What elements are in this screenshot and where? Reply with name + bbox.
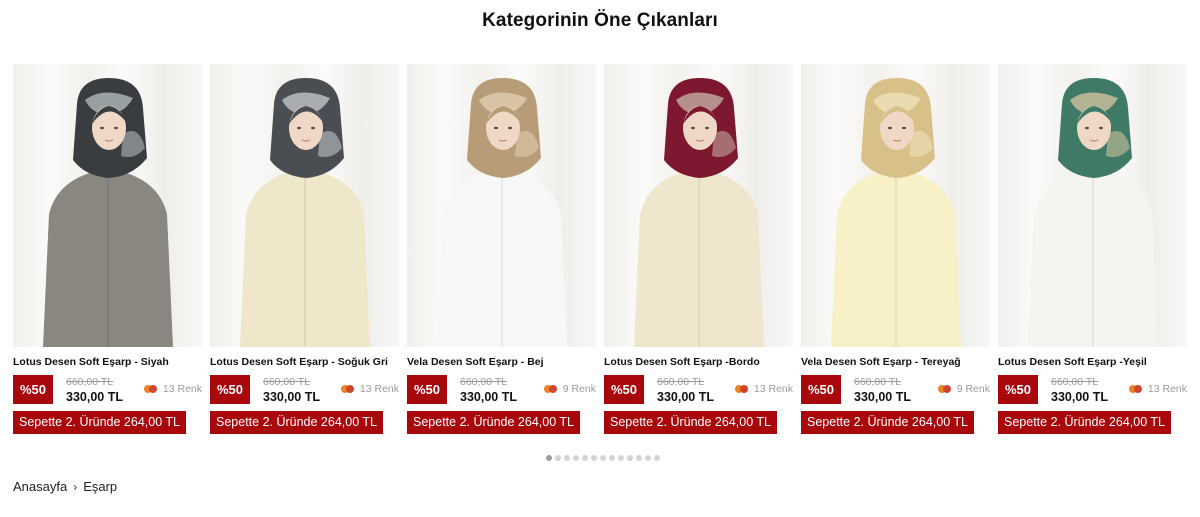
pagination-dot[interactable]	[654, 455, 660, 461]
product-card[interactable]: Lotus Desen Soft Eşarp - Soğuk Gri %50 6…	[210, 64, 399, 434]
product-card[interactable]: Lotus Desen Soft Eşarp - Siyah %50 660,0…	[13, 64, 202, 434]
current-price: 330,00 TL	[657, 390, 714, 404]
color-swatch-icon	[543, 385, 558, 393]
color-count-label: 9 Renk	[562, 383, 596, 395]
product-name[interactable]: Vela Desen Soft Eşarp - Tereyağ	[801, 355, 990, 369]
product-image[interactable]	[604, 64, 793, 347]
color-count-label: 13 Renk	[1147, 383, 1187, 395]
product-image[interactable]	[13, 64, 202, 347]
product-carousel[interactable]: Lotus Desen Soft Eşarp - Siyah %50 660,0…	[13, 64, 1193, 444]
discount-badge: %50	[604, 375, 644, 404]
product-name[interactable]: Lotus Desen Soft Eşarp -Yeşil	[998, 355, 1187, 369]
pagination-dot[interactable]	[627, 455, 633, 461]
price-row: %50 660,00 TL 330,00 TL 13 Renk	[604, 375, 793, 405]
product-image[interactable]	[801, 64, 990, 347]
product-image[interactable]	[998, 64, 1187, 347]
model-figure-icon	[437, 78, 567, 347]
product-card[interactable]: Lotus Desen Soft Eşarp -Bordo %50 660,00…	[604, 64, 793, 434]
old-price: 660,00 TL	[854, 376, 902, 388]
product-name[interactable]: Lotus Desen Soft Eşarp - Soğuk Gri	[210, 355, 399, 369]
product-name[interactable]: Lotus Desen Soft Eşarp - Siyah	[13, 355, 202, 369]
breadcrumb: Anasayfa › Eşarp	[13, 479, 117, 494]
product-card[interactable]: Lotus Desen Soft Eşarp -Yeşil %50 660,00…	[998, 64, 1187, 434]
color-swatch-icon	[937, 385, 952, 393]
breadcrumb-current: Eşarp	[83, 479, 118, 494]
discount-badge: %50	[407, 375, 447, 404]
pagination-dot[interactable]	[645, 455, 651, 461]
current-price: 330,00 TL	[263, 390, 320, 404]
pagination-dot[interactable]	[546, 455, 552, 461]
color-count[interactable]: 9 Renk	[937, 383, 990, 395]
color-count[interactable]: 13 Renk	[734, 383, 793, 395]
pagination-dot[interactable]	[582, 455, 588, 461]
pagination-dot[interactable]	[636, 455, 642, 461]
model-figure-icon	[43, 78, 173, 347]
promo-banner: Sepette 2. Üründe 264,00 TL	[604, 411, 777, 434]
product-card[interactable]: Vela Desen Soft Eşarp - Bej %50 660,00 T…	[407, 64, 596, 434]
discount-badge: %50	[13, 375, 53, 404]
color-count-label: 13 Renk	[359, 383, 399, 395]
pagination-dot[interactable]	[573, 455, 579, 461]
color-swatch-icon	[734, 385, 749, 393]
product-card[interactable]: Vela Desen Soft Eşarp - Tereyağ %50 660,…	[801, 64, 990, 434]
old-price: 660,00 TL	[1051, 376, 1099, 388]
pagination-dot[interactable]	[564, 455, 570, 461]
price-row: %50 660,00 TL 330,00 TL 13 Renk	[13, 375, 202, 405]
price-row: %50 660,00 TL 330,00 TL 13 Renk	[998, 375, 1187, 405]
product-name[interactable]: Lotus Desen Soft Eşarp -Bordo	[604, 355, 793, 369]
breadcrumb-home-link[interactable]: Anasayfa	[13, 479, 67, 494]
model-figure-icon	[1028, 78, 1158, 347]
color-swatch-icon	[340, 385, 355, 393]
color-count-label: 9 Renk	[956, 383, 990, 395]
model-figure-icon	[240, 78, 370, 347]
color-swatch-icon	[143, 385, 158, 393]
model-figure-icon	[831, 78, 961, 347]
current-price: 330,00 TL	[854, 390, 911, 404]
discount-badge: %50	[998, 375, 1038, 404]
promo-banner: Sepette 2. Üründe 264,00 TL	[801, 411, 974, 434]
price-row: %50 660,00 TL 330,00 TL 9 Renk	[801, 375, 990, 405]
discount-badge: %50	[210, 375, 250, 404]
promo-banner: Sepette 2. Üründe 264,00 TL	[13, 411, 186, 434]
product-image[interactable]	[407, 64, 596, 347]
color-count-label: 13 Renk	[753, 383, 793, 395]
product-name[interactable]: Vela Desen Soft Eşarp - Bej	[407, 355, 596, 369]
price-row: %50 660,00 TL 330,00 TL 9 Renk	[407, 375, 596, 405]
color-count[interactable]: 13 Renk	[143, 383, 202, 395]
breadcrumb-separator-icon: ›	[73, 479, 78, 494]
current-price: 330,00 TL	[1051, 390, 1108, 404]
promo-banner: Sepette 2. Üründe 264,00 TL	[210, 411, 383, 434]
carousel-pagination[interactable]	[546, 455, 660, 461]
old-price: 660,00 TL	[263, 376, 311, 388]
color-count[interactable]: 13 Renk	[1128, 383, 1187, 395]
promo-banner: Sepette 2. Üründe 264,00 TL	[998, 411, 1171, 434]
old-price: 660,00 TL	[460, 376, 508, 388]
pagination-dot[interactable]	[618, 455, 624, 461]
current-price: 330,00 TL	[460, 390, 517, 404]
pagination-dot[interactable]	[555, 455, 561, 461]
promo-banner: Sepette 2. Üründe 264,00 TL	[407, 411, 580, 434]
pagination-dot[interactable]	[609, 455, 615, 461]
price-row: %50 660,00 TL 330,00 TL 13 Renk	[210, 375, 399, 405]
pagination-dot[interactable]	[591, 455, 597, 461]
color-count[interactable]: 9 Renk	[543, 383, 596, 395]
current-price: 330,00 TL	[66, 390, 123, 404]
color-count-label: 13 Renk	[162, 383, 202, 395]
old-price: 660,00 TL	[657, 376, 705, 388]
product-image[interactable]	[210, 64, 399, 347]
section-title: Kategorinin Öne Çıkanları	[482, 10, 718, 31]
discount-badge: %50	[801, 375, 841, 404]
old-price: 660,00 TL	[66, 376, 114, 388]
color-swatch-icon	[1128, 385, 1143, 393]
model-figure-icon	[634, 78, 764, 347]
pagination-dot[interactable]	[600, 455, 606, 461]
color-count[interactable]: 13 Renk	[340, 383, 399, 395]
